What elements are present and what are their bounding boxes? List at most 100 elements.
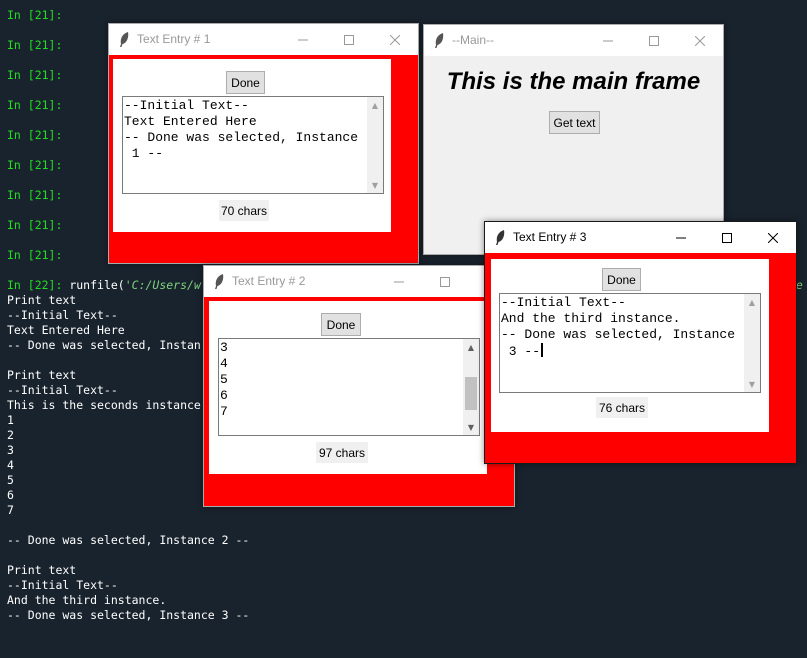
- text-area[interactable]: 3 4 5 6 7 ▲ ▼: [218, 338, 480, 436]
- console-output-line: Print text: [7, 563, 77, 577]
- minimize-button[interactable]: [280, 24, 326, 55]
- done-button[interactable]: Done: [321, 313, 361, 336]
- title-bar[interactable]: Text Entry # 2: [204, 266, 514, 297]
- console-prompt: In [21]:: [7, 38, 63, 52]
- console-output-line: And the third instance.: [7, 593, 167, 607]
- minimize-icon: [298, 39, 308, 40]
- text-entry-window-2[interactable]: Text Entry # 2 Done 3 4 5 6 7 ▲ ▼ 97 cha…: [203, 265, 515, 507]
- title-bar[interactable]: --Main--: [424, 25, 723, 56]
- scroll-down-icon[interactable]: ▼: [744, 376, 760, 392]
- char-count-label: 70 chars: [219, 200, 269, 221]
- done-button[interactable]: Done: [602, 268, 641, 291]
- console-prompt: In [21]:: [7, 68, 63, 82]
- entry-panel: Done --Initial Text-- And the third inst…: [491, 259, 769, 432]
- scroll-up-icon[interactable]: ▲: [367, 97, 383, 113]
- console-output-line: -- Done was selected, Instance 3 --: [7, 608, 250, 622]
- console-run-call: runfile(: [69, 278, 125, 292]
- minimize-button[interactable]: [585, 25, 631, 56]
- console-output-line: --Initial Text--: [7, 578, 118, 592]
- vertical-scrollbar[interactable]: ▲ ▼: [744, 294, 760, 392]
- maximize-button[interactable]: [631, 25, 677, 56]
- title-bar[interactable]: Text Entry # 3: [485, 222, 796, 253]
- close-icon: [695, 35, 705, 46]
- char-count-label: 97 chars: [316, 442, 368, 463]
- console-prompt: In [21]:: [7, 188, 63, 202]
- red-frame: Done 3 4 5 6 7 ▲ ▼ 97 chars: [204, 297, 514, 506]
- maximize-icon: [344, 34, 354, 45]
- maximize-button[interactable]: [326, 24, 372, 55]
- red-frame: Done --Initial Text-- And the third inst…: [485, 253, 796, 463]
- maximize-button[interactable]: [422, 266, 468, 297]
- minimize-icon: [676, 237, 686, 238]
- get-text-button[interactable]: Get text: [549, 111, 600, 134]
- entry-panel: Done 3 4 5 6 7 ▲ ▼ 97 chars: [209, 301, 487, 474]
- scroll-down-icon[interactable]: ▼: [463, 419, 479, 435]
- vertical-scrollbar[interactable]: ▲ ▼: [367, 97, 383, 193]
- console-output-line: 5: [7, 473, 14, 487]
- console-output-line: 7: [7, 503, 14, 517]
- console-prompt: In [21]:: [7, 128, 63, 142]
- main-heading: This is the main frame: [446, 68, 701, 95]
- minimize-icon: [394, 281, 404, 282]
- maximize-button[interactable]: [704, 222, 750, 253]
- console-prompt: In [21]:: [7, 218, 63, 232]
- text-area[interactable]: --Initial Text-- Text Entered Here -- Do…: [122, 96, 384, 194]
- text-entry-window-1[interactable]: Text Entry # 1 Done --Initial Text-- Tex…: [108, 23, 419, 264]
- console-output-line: --Initial Text--: [7, 383, 118, 397]
- close-button[interactable]: [677, 25, 723, 56]
- text-content[interactable]: 3 4 5 6 7: [220, 340, 462, 434]
- text-content[interactable]: --Initial Text-- Text Entered Here -- Do…: [124, 98, 366, 192]
- console-output-line: 1: [7, 413, 14, 427]
- text-content[interactable]: --Initial Text-- And the third instance.…: [501, 295, 743, 391]
- console-output-line: --Initial Text--: [7, 308, 118, 322]
- console-output-line: 2: [7, 428, 14, 442]
- close-icon: [768, 232, 778, 243]
- feather-icon: [120, 32, 129, 47]
- text-entry-window-3[interactable]: Text Entry # 3 Done --Initial Text-- And…: [484, 221, 797, 464]
- console-output-line: 4: [7, 458, 14, 472]
- minimize-button[interactable]: [658, 222, 704, 253]
- char-count-label: 76 chars: [596, 397, 648, 418]
- window-title: Text Entry # 1: [137, 32, 211, 46]
- console-prompt: In [22]:: [7, 278, 63, 292]
- console-output-line: Text Entered Here: [7, 323, 125, 337]
- console-prompt: In [21]:: [7, 8, 63, 22]
- minimize-button[interactable]: [376, 266, 422, 297]
- text-area[interactable]: --Initial Text-- And the third instance.…: [499, 293, 761, 393]
- entry-panel: Done --Initial Text-- Text Entered Here …: [113, 59, 391, 232]
- maximize-icon: [649, 35, 659, 46]
- window-title: --Main--: [452, 33, 494, 47]
- close-button[interactable]: [372, 24, 418, 55]
- console-prompt: In [21]:: [7, 248, 63, 262]
- minimize-icon: [603, 40, 613, 41]
- title-bar[interactable]: Text Entry # 1: [109, 24, 418, 55]
- feather-icon: [215, 274, 224, 289]
- scroll-up-icon[interactable]: ▲: [463, 339, 479, 355]
- text-cursor: [541, 343, 544, 357]
- console-run-path: 'C:/Users/w: [124, 278, 201, 292]
- console-output-line: Print text: [7, 368, 77, 382]
- console-run-line: In [22]: runfile('C:/Users/w: [7, 278, 201, 293]
- close-button[interactable]: [750, 222, 796, 253]
- window-title: Text Entry # 3: [513, 230, 587, 244]
- text-content-value[interactable]: --Initial Text-- And the third instance.…: [501, 295, 735, 359]
- done-button[interactable]: Done: [226, 71, 265, 94]
- red-frame: Done --Initial Text-- Text Entered Here …: [109, 55, 418, 263]
- console-output-line: 6: [7, 488, 14, 502]
- close-icon: [390, 34, 400, 45]
- console-output-line: 3: [7, 443, 14, 457]
- scrollbar-thumb[interactable]: [465, 377, 477, 410]
- console-prompt: In [21]:: [7, 158, 63, 172]
- scroll-up-icon[interactable]: ▲: [744, 294, 760, 310]
- console-output-line: Print text: [7, 293, 77, 307]
- maximize-icon: [722, 232, 732, 243]
- feather-icon: [496, 230, 505, 245]
- vertical-scrollbar[interactable]: ▲ ▼: [463, 339, 479, 435]
- console-output-line: -- Done was selected, Instan: [7, 338, 201, 352]
- scroll-down-icon[interactable]: ▼: [367, 177, 383, 193]
- console-output-line: This is the seconds instance: [7, 398, 201, 412]
- feather-icon: [435, 33, 444, 48]
- console-prompt: In [21]:: [7, 98, 63, 112]
- console-output-line: -- Done was selected, Instance 2 --: [7, 533, 250, 547]
- maximize-icon: [440, 276, 450, 287]
